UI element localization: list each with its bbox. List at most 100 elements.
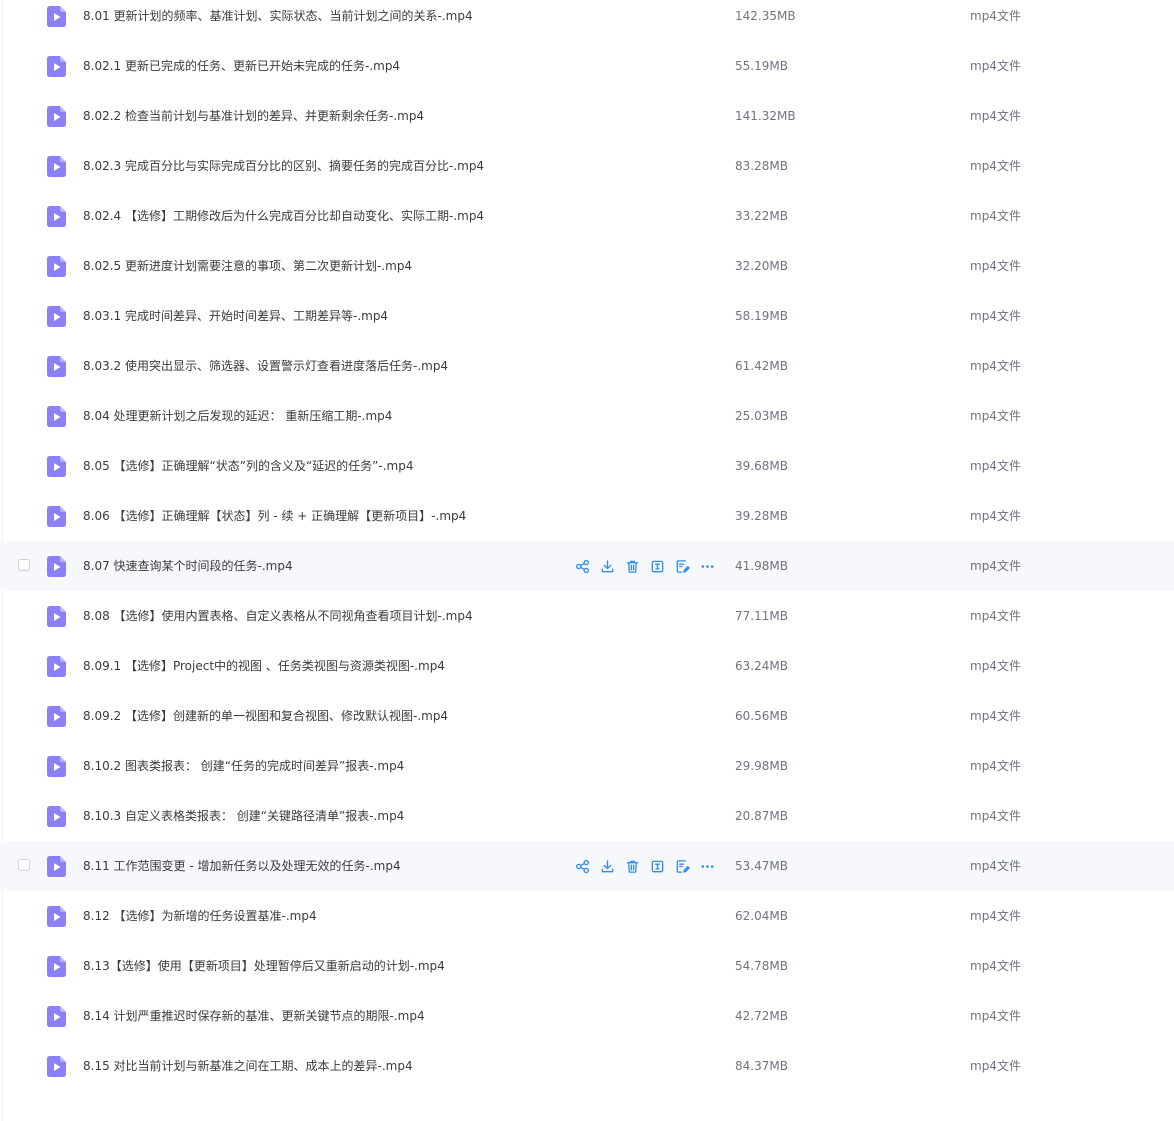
file-size: 141.32MB <box>735 109 796 123</box>
video-file-icon <box>47 56 66 77</box>
video-file-icon <box>47 356 66 377</box>
file-row[interactable]: 8.08 【选修】使用内置表格、自定义表格从不同视角查看项目计划-.mp4 77… <box>0 591 1174 641</box>
file-name[interactable]: 8.11 工作范围变更 - 增加新任务以及处理无效的任务-.mp4 <box>83 858 401 874</box>
file-row[interactable]: 8.06 【选修】正确理解【状态】列 - 续 + 正确理解【更新项目】-.mp4… <box>0 491 1174 541</box>
video-file-icon <box>47 206 66 227</box>
file-size: 63.24MB <box>735 659 788 673</box>
file-row[interactable]: 8.10.3 自定义表格类报表： 创建“关键路径清单”报表-.mp4 20.87… <box>0 791 1174 841</box>
file-name[interactable]: 8.06 【选修】正确理解【状态】列 - 续 + 正确理解【更新项目】-.mp4 <box>83 508 466 524</box>
file-name[interactable]: 8.12 【选修】为新增的任务设置基准-.mp4 <box>83 908 317 924</box>
file-row[interactable]: 8.14 计划严重推迟时保存新的基准、更新关键节点的期限-.mp4 42.72M… <box>0 991 1174 1041</box>
video-file-icon <box>47 456 66 477</box>
video-file-icon <box>47 1006 66 1027</box>
file-name[interactable]: 8.09.2 【选修】创建新的单一视图和复合视图、修改默认视图-.mp4 <box>83 708 448 724</box>
file-row[interactable]: 8.11 工作范围变更 - 增加新任务以及处理无效的任务-.mp4 53.47M… <box>0 841 1174 891</box>
video-file-icon <box>47 756 66 777</box>
file-name[interactable]: 8.03.2 使用突出显示、筛选器、设置警示灯查看进度落后任务-.mp4 <box>83 358 448 374</box>
file-name[interactable]: 8.02.1 更新已完成的任务、更新已开始未完成的任务-.mp4 <box>83 58 400 74</box>
file-type: mp4文件 <box>970 709 1021 723</box>
file-type: mp4文件 <box>970 659 1021 673</box>
file-row[interactable]: 8.02.3 完成百分比与实际完成百分比的区别、摘要任务的完成百分比-.mp4 … <box>0 141 1174 191</box>
file-name[interactable]: 8.14 计划严重推迟时保存新的基准、更新关键节点的期限-.mp4 <box>83 1008 425 1024</box>
video-file-icon <box>47 406 66 427</box>
delete-icon[interactable] <box>623 557 641 575</box>
file-name[interactable]: 8.03.1 完成时间差异、开始时间差异、工期差异等-.mp4 <box>83 308 388 324</box>
file-type: mp4文件 <box>970 959 1021 973</box>
file-row[interactable]: 8.02.2 检查当前计划与基准计划的差异、并更新剩余任务-.mp4 141.3… <box>0 91 1174 141</box>
share-icon[interactable] <box>573 857 591 875</box>
row-checkbox[interactable] <box>18 559 30 571</box>
file-size: 55.19MB <box>735 59 788 73</box>
file-row[interactable]: 8.13【选修】使用【更新项目】处理暂停后又重新启动的计划-.mp4 54.78… <box>0 941 1174 991</box>
file-name[interactable]: 8.10.3 自定义表格类报表： 创建“关键路径清单”报表-.mp4 <box>83 808 404 824</box>
file-name[interactable]: 8.09.1 【选修】Project中的视图 、任务类视图与资源类视图-.mp4 <box>83 658 445 674</box>
file-name[interactable]: 8.02.5 更新进度计划需要注意的事项、第二次更新计划-.mp4 <box>83 258 412 274</box>
video-file-icon <box>47 506 66 527</box>
file-size: 29.98MB <box>735 759 788 773</box>
file-type: mp4文件 <box>970 259 1021 273</box>
file-size: 61.42MB <box>735 359 788 373</box>
file-size: 58.19MB <box>735 309 788 323</box>
file-name[interactable]: 8.13【选修】使用【更新项目】处理暂停后又重新启动的计划-.mp4 <box>83 958 445 974</box>
file-name[interactable]: 8.04 处理更新计划之后发现的延迟： 重新压缩工期-.mp4 <box>83 408 392 424</box>
file-type: mp4文件 <box>970 159 1021 173</box>
file-name[interactable]: 8.02.4 【选修】工期修改后为什么完成百分比却自动变化、实际工期-.mp4 <box>83 208 484 224</box>
file-type: mp4文件 <box>970 309 1021 323</box>
rename-icon[interactable] <box>648 557 666 575</box>
file-row[interactable]: 8.01 更新计划的频率、基准计划、实际状态、当前计划之间的关系-.mp4 14… <box>0 0 1174 41</box>
video-file-icon <box>47 306 66 327</box>
file-type: mp4文件 <box>970 1059 1021 1073</box>
file-type: mp4文件 <box>970 1009 1021 1023</box>
video-file-icon <box>47 906 66 927</box>
file-size: 41.98MB <box>735 559 788 573</box>
more-icon[interactable] <box>698 557 716 575</box>
file-size: 39.28MB <box>735 509 788 523</box>
file-size: 25.03MB <box>735 409 788 423</box>
edit-icon[interactable] <box>673 857 691 875</box>
video-file-icon <box>47 156 66 177</box>
file-type: mp4文件 <box>970 209 1021 223</box>
file-name[interactable]: 8.08 【选修】使用内置表格、自定义表格从不同视角查看项目计划-.mp4 <box>83 608 473 624</box>
file-row[interactable]: 8.04 处理更新计划之后发现的延迟： 重新压缩工期-.mp4 25.03MB … <box>0 391 1174 441</box>
file-name[interactable]: 8.05 【选修】正确理解“状态”列的含义及“延迟的任务”-.mp4 <box>83 458 414 474</box>
file-name[interactable]: 8.02.3 完成百分比与实际完成百分比的区别、摘要任务的完成百分比-.mp4 <box>83 158 484 174</box>
video-file-icon <box>47 256 66 277</box>
row-checkbox[interactable] <box>18 859 30 871</box>
file-size: 83.28MB <box>735 159 788 173</box>
video-file-icon <box>47 1056 66 1077</box>
download-icon[interactable] <box>598 557 616 575</box>
file-name[interactable]: 8.02.2 检查当前计划与基准计划的差异、并更新剩余任务-.mp4 <box>83 108 424 124</box>
video-file-icon <box>47 856 66 877</box>
file-type: mp4文件 <box>970 809 1021 823</box>
video-file-icon <box>47 606 66 627</box>
file-type: mp4文件 <box>970 759 1021 773</box>
share-icon[interactable] <box>573 557 591 575</box>
file-row[interactable]: 8.09.1 【选修】Project中的视图 、任务类视图与资源类视图-.mp4… <box>0 641 1174 691</box>
file-name[interactable]: 8.07 快速查询某个时间段的任务-.mp4 <box>83 558 293 574</box>
video-file-icon <box>47 6 66 27</box>
file-name[interactable]: 8.10.2 图表类报表： 创建“任务的完成时间差异”报表-.mp4 <box>83 758 404 774</box>
file-row[interactable]: 8.02.5 更新进度计划需要注意的事项、第二次更新计划-.mp4 32.20M… <box>0 241 1174 291</box>
file-row[interactable]: 8.12 【选修】为新增的任务设置基准-.mp4 62.04MB mp4文件 <box>0 891 1174 941</box>
file-name[interactable]: 8.15 对比当前计划与新基准之间在工期、成本上的差异-.mp4 <box>83 1058 413 1074</box>
file-row[interactable]: 8.10.2 图表类报表： 创建“任务的完成时间差异”报表-.mp4 29.98… <box>0 741 1174 791</box>
file-row[interactable]: 8.05 【选修】正确理解“状态”列的含义及“延迟的任务”-.mp4 39.68… <box>0 441 1174 491</box>
file-row[interactable]: 8.03.2 使用突出显示、筛选器、设置警示灯查看进度落后任务-.mp4 61.… <box>0 341 1174 391</box>
file-name[interactable]: 8.01 更新计划的频率、基准计划、实际状态、当前计划之间的关系-.mp4 <box>83 8 473 24</box>
rename-icon[interactable] <box>648 857 666 875</box>
file-row[interactable]: 8.09.2 【选修】创建新的单一视图和复合视图、修改默认视图-.mp4 60.… <box>0 691 1174 741</box>
file-row[interactable]: 8.15 对比当前计划与新基准之间在工期、成本上的差异-.mp4 84.37MB… <box>0 1041 1174 1091</box>
download-icon[interactable] <box>598 857 616 875</box>
file-size: 77.11MB <box>735 609 788 623</box>
file-row[interactable]: 8.02.4 【选修】工期修改后为什么完成百分比却自动变化、实际工期-.mp4 … <box>0 191 1174 241</box>
edit-icon[interactable] <box>673 557 691 575</box>
more-icon[interactable] <box>698 857 716 875</box>
file-row[interactable]: 8.07 快速查询某个时间段的任务-.mp4 41.98MB mp4文件 <box>0 541 1174 591</box>
file-row[interactable]: 8.03.1 完成时间差异、开始时间差异、工期差异等-.mp4 58.19MB … <box>0 291 1174 341</box>
file-size: 42.72MB <box>735 1009 788 1023</box>
file-type: mp4文件 <box>970 909 1021 923</box>
delete-icon[interactable] <box>623 857 641 875</box>
file-row[interactable]: 8.02.1 更新已完成的任务、更新已开始未完成的任务-.mp4 55.19MB… <box>0 41 1174 91</box>
file-size: 53.47MB <box>735 859 788 873</box>
video-file-icon <box>47 556 66 577</box>
